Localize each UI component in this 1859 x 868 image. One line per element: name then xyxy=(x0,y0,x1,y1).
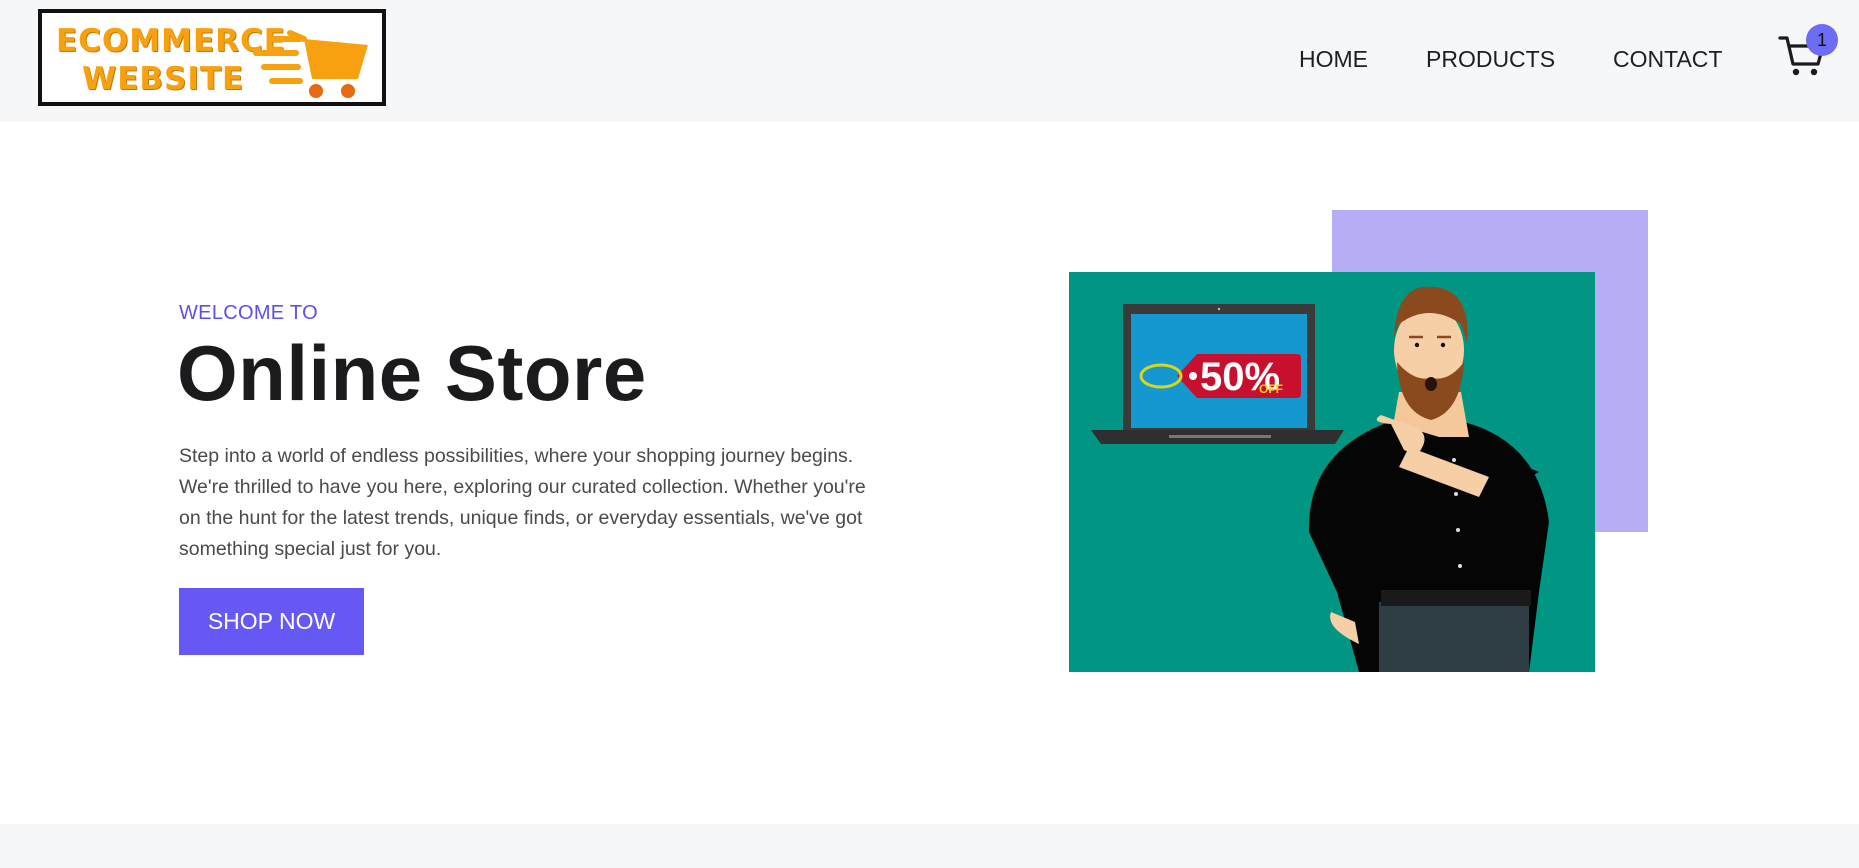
hero-description: Step into a world of endless possibiliti… xyxy=(179,445,866,560)
nav-products[interactable]: PRODUCTS xyxy=(1426,46,1555,73)
hero-illustration: 50% OFF xyxy=(1069,272,1595,672)
sale-illustration: 50% OFF xyxy=(1091,286,1549,672)
cart-count-badge: 1 xyxy=(1806,24,1838,56)
man-figure xyxy=(1308,286,1549,672)
footer-band xyxy=(0,824,1859,868)
brand-logo[interactable]: ECOMMERCE WEBSITE xyxy=(38,9,386,106)
hero-eyebrow: WELCOME TO xyxy=(179,302,318,324)
site-header: ECOMMERCE WEBSITE HOME PRODUCTS CONTACT … xyxy=(0,0,1859,122)
shop-now-button[interactable]: SHOP NOW xyxy=(179,588,364,655)
hero-title: Online Store xyxy=(177,329,647,417)
laptop-icon: 50% OFF xyxy=(1091,304,1344,444)
sale-tag-suffix: OFF xyxy=(1259,382,1283,396)
logo-text-line2: WEBSITE xyxy=(82,61,245,97)
nav-home[interactable]: HOME xyxy=(1299,46,1368,73)
nav-contact[interactable]: CONTACT xyxy=(1613,46,1722,73)
logo-cart-icon xyxy=(253,30,368,98)
